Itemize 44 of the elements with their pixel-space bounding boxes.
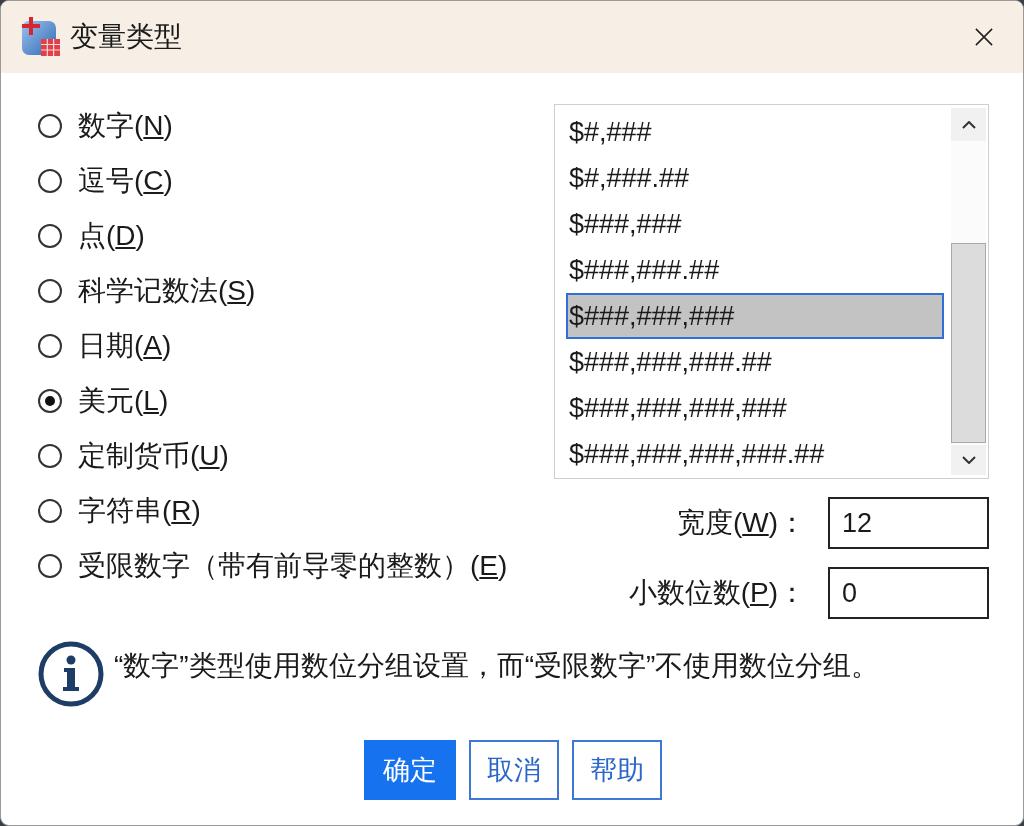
list-item[interactable]: $###,###,###,### xyxy=(566,385,944,431)
list-item[interactable]: $#,### xyxy=(566,109,944,155)
info-message: “数字”类型使用数位分组设置，而“受限数字”不使用数位分组。 xyxy=(114,649,880,683)
radio-button[interactable] xyxy=(38,443,62,468)
list-item[interactable]: $###,### xyxy=(566,201,944,247)
dialog-button[interactable]: 确定 xyxy=(364,740,456,800)
option-label[interactable]: 科学记数法(S) xyxy=(78,271,256,310)
option-label[interactable]: 字符串(R) xyxy=(78,491,201,530)
radio-button[interactable] xyxy=(38,388,62,413)
scroll-up-button[interactable] xyxy=(951,108,986,141)
number-field[interactable]: 0 xyxy=(828,567,989,619)
radio-button[interactable] xyxy=(38,278,62,303)
option-label[interactable]: 点(D) xyxy=(78,216,145,255)
field-label: 宽度(W)： xyxy=(676,506,806,540)
radio-button[interactable] xyxy=(38,553,62,578)
option-label[interactable]: 受限数字（带有前导零的整数）(E) xyxy=(78,546,508,585)
option-label[interactable]: 数字(N) xyxy=(78,106,173,145)
option-label[interactable]: 逗号(C) xyxy=(78,161,173,200)
option-label[interactable]: 定制货币(U) xyxy=(78,436,229,475)
radio-button[interactable] xyxy=(38,498,62,523)
option-label[interactable]: 日期(A) xyxy=(78,326,172,365)
list-item[interactable]: $###,###,###.## xyxy=(566,339,944,385)
field-label: 小数位数(P)： xyxy=(628,576,806,610)
list-item[interactable]: $###,###,### xyxy=(566,293,944,339)
scrollbar-thumb[interactable] xyxy=(951,243,986,443)
radio-button[interactable] xyxy=(38,223,62,248)
chevron-up-icon xyxy=(961,120,976,129)
list-item[interactable]: $###,###,###,###.## xyxy=(566,431,944,477)
window-title: 变量类型 xyxy=(70,20,182,54)
chevron-down-icon xyxy=(961,456,976,464)
radio-button[interactable] xyxy=(38,168,62,193)
scroll-down-button[interactable] xyxy=(951,445,986,475)
option-label[interactable]: 美元(L) xyxy=(78,381,169,420)
radio-button[interactable] xyxy=(38,333,62,358)
radio-button[interactable] xyxy=(38,113,62,138)
list-item[interactable]: $###,###.## xyxy=(566,247,944,293)
info-icon xyxy=(38,641,104,707)
number-field[interactable]: 12 xyxy=(828,497,989,549)
list-item[interactable]: $#,###.## xyxy=(566,155,944,201)
close-icon xyxy=(975,28,993,46)
dialog-button[interactable]: 帮助 xyxy=(572,740,662,800)
dialog-button[interactable]: 取消 xyxy=(469,740,559,800)
spreadsheet-icon xyxy=(21,17,61,57)
close-button[interactable] xyxy=(975,28,993,46)
